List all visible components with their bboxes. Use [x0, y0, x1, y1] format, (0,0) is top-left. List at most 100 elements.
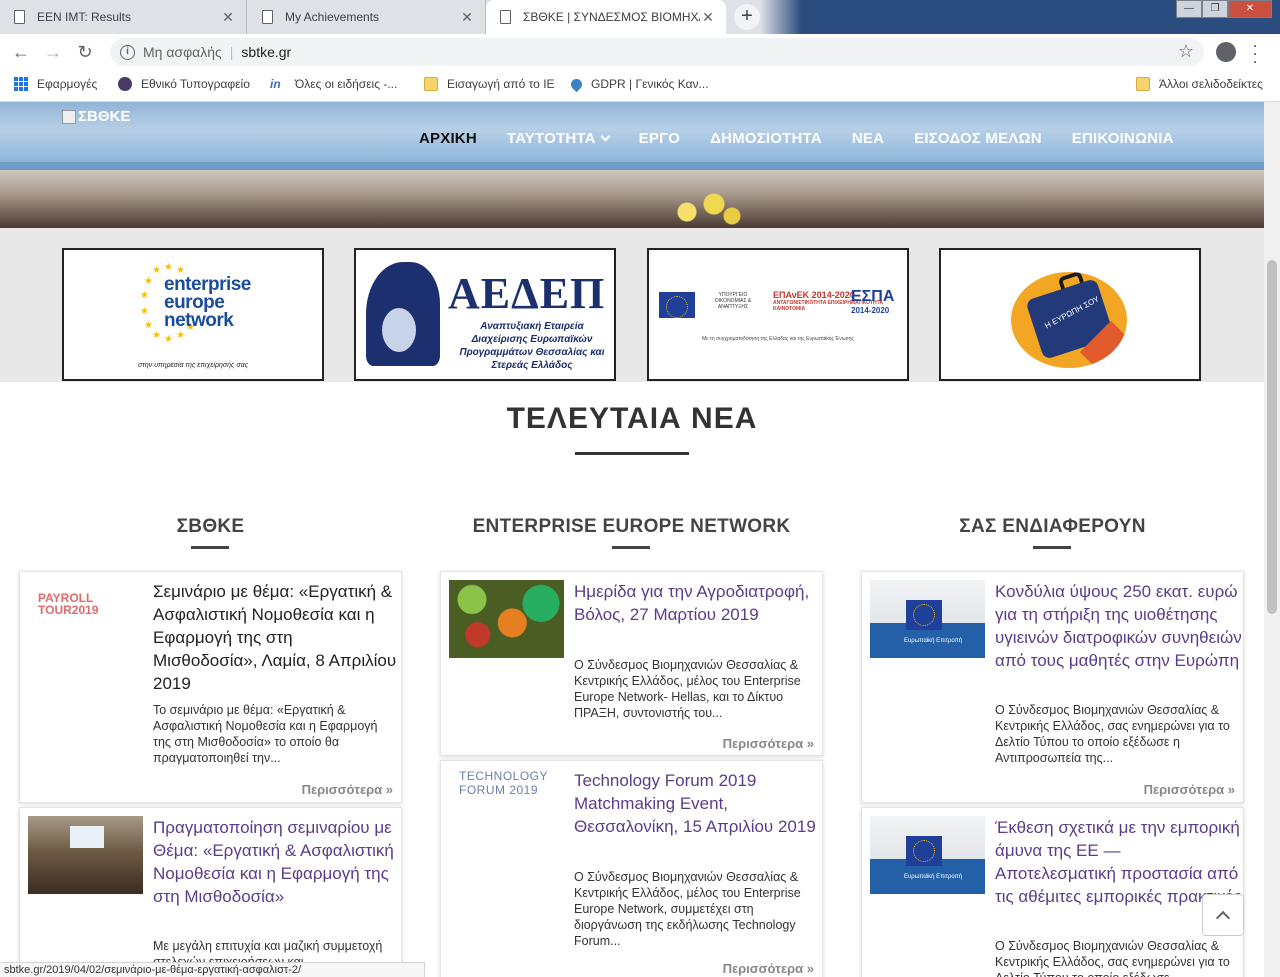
bookmark-label: Εφαρμογές — [37, 77, 98, 91]
forward-arrow-icon[interactable]: → — [42, 41, 64, 63]
new-tab-button[interactable]: + — [734, 4, 760, 30]
bookmark-ie-import[interactable]: Εισαγωγή από το IE — [424, 77, 555, 91]
hero-banner: ΣΒΘΚΕ ΑΡΧΙΚΗ ΤΑΥΤΟΤΗΤΑ ΕΡΓΟ ΔΗΜΟΣΙΟΤΗΤΑ … — [0, 102, 1264, 228]
tab-bar: EEN IMT: Results ✕ My Achievements ✕ ΣΒΘ… — [0, 0, 1280, 34]
news-card: Ευρωπαϊκή Επιτροπή Έκθεση σχετικά με την… — [861, 807, 1244, 977]
read-more-link[interactable]: Περισσότερα » — [723, 961, 814, 976]
url-text[interactable]: sbtke.gr — [241, 44, 291, 60]
partner-een[interactable]: ★ ★ ★ ★ ★ ★ ★ ★ ★ ★ ★ enterprise europe network… — [62, 248, 324, 381]
close-icon[interactable]: ✕ — [700, 9, 716, 26]
news-headline[interactable]: Ημερίδα για την Αγροδιατροφή, Βόλος, 27 … — [574, 580, 822, 626]
column-title-sbtke: ΣΒΘΚΕ — [176, 516, 245, 537]
news-thumbnail[interactable]: PAYROLL TOUR2019 — [28, 580, 143, 658]
eu-flag-icon — [906, 836, 942, 866]
bookmark-label: Εθνικό Τυπογραφείο — [141, 77, 250, 91]
bookmark-other[interactable]: Άλλοι σελιδοδείκτες — [1136, 77, 1263, 91]
news-thumbnail[interactable] — [28, 816, 143, 894]
nav-news[interactable]: ΝΕΑ — [837, 130, 899, 147]
eu-flag-icon — [659, 292, 695, 318]
chevron-down-icon — [600, 131, 611, 142]
banner-flowers — [660, 188, 750, 228]
bookmark-news[interactable]: in Όλες οι ειδήσεις -... — [270, 77, 397, 91]
news-headline[interactable]: Κονδύλια ύψους 250 εκατ. ευρώ για τη στή… — [995, 580, 1243, 672]
news-excerpt: Ο Σύνδεσμος Βιομηχανιών Θεσσαλίας & Κεντ… — [574, 870, 801, 948]
news-headline[interactable]: Σεμινάριο με θέμα: «Εργατική & Ασφαλιστι… — [153, 580, 401, 695]
news-excerpt: Ο Σύνδεσμος Βιομηχανιών Θεσσαλίας & Κεντ… — [995, 939, 1230, 977]
news-headline[interactable]: Technology Forum 2019 Matchmaking Event,… — [574, 769, 822, 838]
nav-home[interactable]: ΑΡΧΙΚΗ — [404, 130, 492, 147]
bookmark-gdpr[interactable]: GDPR | Γενικός Καν... — [568, 76, 709, 92]
account-icon[interactable] — [1216, 42, 1236, 62]
thumb-label: Ευρωπαϊκή Επιτροπή — [904, 874, 963, 880]
logo-text: ΣΒΘΚΕ — [78, 108, 131, 125]
partner-espa[interactable]: ΥΠΟΥΡΓΕΙΟ ΟΙΚΟΝΟΜΙΑΣ & ΑΝΑΠΤΥΞΗΣ ΕΠΑνΕΚ … — [647, 248, 909, 381]
menu-dots-icon[interactable]: · · · — [1252, 36, 1258, 70]
tab-een-imt[interactable]: EEN IMT: Results ✕ — [0, 0, 247, 34]
partner-aedep[interactable]: ΑΕΔΕΠ Αναπτυξιακή Εταιρεία Διαχείρισης Ε… — [354, 248, 616, 381]
address-bar[interactable]: i Μη ασφαλής | sbtke.gr ☆ — [110, 38, 1204, 66]
news-card: Ημερίδα για την Αγροδιατροφή, Βόλος, 27 … — [440, 571, 823, 756]
read-more-link[interactable]: Περισσότερα » — [1144, 782, 1235, 797]
back-to-top-button[interactable] — [1202, 894, 1244, 936]
nav-member-login[interactable]: ΕΙΣΟΔΟΣ ΜΕΛΩΝ — [899, 130, 1057, 147]
folder-icon — [1136, 77, 1150, 91]
tab-sbtke[interactable]: ΣΒΘΚΕ | ΣΥΝΔΕΣΜΟΣ ΒΙΟΜΗΧΑΝ ✕ — [486, 0, 726, 34]
news-card: TECHNOLOGY FORUM 2019 Technology Forum 2… — [440, 760, 823, 977]
news-thumbnail[interactable]: Ευρωπαϊκή Επιτροπή — [870, 816, 985, 894]
aedep-subtitle: Αναπτυξιακή Εταιρεία Διαχείρισης Ευρωπαϊ… — [459, 321, 605, 371]
bookmark-apps[interactable]: Εφαρμογές — [14, 77, 97, 91]
suitcase-icon — [1025, 278, 1115, 360]
site-logo[interactable]: ΣΒΘΚΕ — [62, 108, 130, 125]
bookmark-label: GDPR | Γενικός Καν... — [591, 77, 709, 91]
bookmark-star-icon[interactable]: ☆ — [1178, 41, 1194, 62]
column-title-interest: ΣΑΣ ΕΝΔΙΑΦΕΡΟΥΝ — [959, 516, 1146, 537]
espa-logo: ΕΣΠΑ 2014-2020 — [851, 288, 895, 315]
news-excerpt: Το σεμινάριο με θέμα: «Εργατική & Ασφαλι… — [153, 703, 378, 765]
news-thumbnail[interactable] — [449, 580, 564, 658]
thumb-label: Ευρωπαϊκή Επιτροπή — [904, 638, 963, 644]
column-underline — [191, 546, 229, 549]
news-thumbnail[interactable]: Ευρωπαϊκή Επιτροπή — [870, 580, 985, 658]
partner-logos: ★ ★ ★ ★ ★ ★ ★ ★ ★ ★ ★ enterprise europe network… — [0, 228, 1264, 382]
bookmark-ethniko[interactable]: Εθνικό Τυπογραφείο — [118, 77, 250, 91]
folder-icon — [424, 77, 438, 91]
security-label: Μη ασφαλής — [143, 44, 222, 60]
close-icon[interactable]: ✕ — [220, 9, 236, 26]
partner-europe-yours[interactable]: Η ΕΥΡΩΠΗ ΣΟΥ — [939, 248, 1201, 381]
address-separator: | — [229, 44, 234, 60]
aedep-logo-mark — [366, 262, 440, 366]
news-card: Πραγματοποίηση σεμιναρίου με Θέμα: «Εργα… — [19, 807, 402, 977]
close-icon[interactable]: ✕ — [459, 9, 475, 26]
news-headline[interactable]: Πραγματοποίηση σεμιναρίου με Θέμα: «Εργα… — [153, 816, 401, 908]
map-pin-icon — [568, 76, 585, 92]
reload-icon[interactable]: ↻ — [74, 41, 96, 63]
title-underline — [575, 452, 689, 455]
page-scrollbar[interactable] — [1264, 102, 1280, 977]
news-card: PAYROLL TOUR2019 Σεμινάριο με θέμα: «Εργ… — [19, 571, 402, 803]
read-more-link[interactable]: Περισσότερα » — [302, 782, 393, 797]
thumb-label: TECHNOLOGY FORUM 2019 — [459, 769, 548, 797]
broken-image-icon — [62, 109, 76, 124]
maximize-button[interactable]: ❐ — [1202, 0, 1228, 18]
info-icon[interactable]: i — [120, 44, 135, 60]
espa-banner: ΥΠΟΥΡΓΕΙΟ ΟΙΚΟΝΟΜΙΑΣ & ΑΝΑΠΤΥΞΗΣ ΕΠΑνΕΚ … — [655, 288, 901, 332]
scrollbar-thumb[interactable] — [1267, 260, 1277, 614]
nav-publicity[interactable]: ΔΗΜΟΣΙΟΤΗΤΑ — [695, 130, 837, 147]
chevron-up-icon — [1215, 910, 1231, 926]
banner-stripe — [0, 162, 1264, 170]
een-tagline: στην υπηρεσία της επιχείρησής σας — [138, 362, 248, 369]
nav-contact[interactable]: ΕΠΙΚΟΙΝΩΝΙΑ — [1057, 130, 1189, 147]
nav-project[interactable]: ΕΡΓΟ — [624, 130, 696, 147]
site-favicon-icon — [118, 77, 132, 91]
news-thumbnail[interactable]: TECHNOLOGY FORUM 2019 — [449, 769, 564, 847]
bookmark-label: Εισαγωγή από το IE — [447, 77, 555, 91]
web-page: ΣΒΘΚΕ ΑΡΧΙΚΗ ΤΑΥΤΟΤΗΤΑ ΕΡΓΟ ΔΗΜΟΣΙΟΤΗΤΑ … — [0, 102, 1264, 977]
tab-my-achievements[interactable]: My Achievements ✕ — [248, 0, 486, 34]
minimize-button[interactable]: — — [1176, 0, 1202, 18]
news-card: Ευρωπαϊκή Επιτροπή Κονδύλια ύψους 250 εκ… — [861, 571, 1244, 803]
read-more-link[interactable]: Περισσότερα » — [723, 736, 814, 751]
nav-identity[interactable]: ΤΑΥΤΟΤΗΤΑ — [492, 130, 624, 147]
news-excerpt: Ο Σύνδεσμος Βιομηχανιών Θεσσαλίας & Κεντ… — [995, 703, 1230, 765]
back-arrow-icon[interactable]: ← — [10, 41, 32, 63]
window-close-button[interactable]: ✕ — [1228, 0, 1272, 18]
